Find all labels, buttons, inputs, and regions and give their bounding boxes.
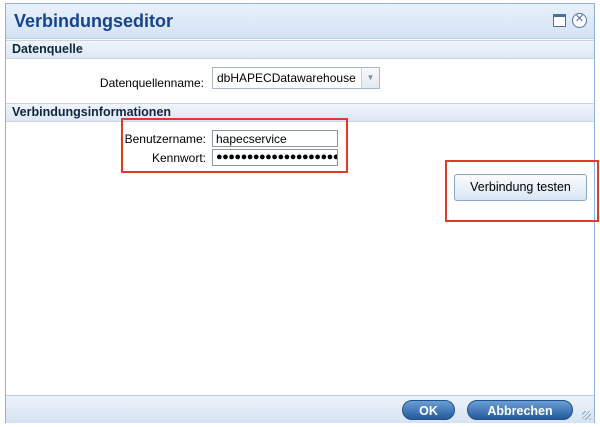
connection-editor-dialog: Verbindungseditor ✕ Datenquelle Datenque…	[5, 3, 599, 423]
password-label: Kennwort:	[151, 151, 206, 165]
datasource-heading: Datenquelle	[12, 42, 83, 56]
dialog-footer: OK Abbrechen	[6, 395, 594, 423]
connection-heading: Verbindungsinformationen	[12, 105, 172, 119]
username-input[interactable]: hapecservice	[212, 130, 338, 147]
dialog-title: Verbindungseditor	[14, 11, 174, 31]
datasource-name-value: dbHAPECDatawarehouse	[217, 71, 356, 85]
password-input[interactable]: ●●●●●●●●●●●●●●●●●●●●	[212, 149, 338, 166]
username-label: Benutzername:	[124, 132, 206, 146]
datasource-section-header: Datenquelle	[6, 40, 594, 59]
datasource-name-label: Datenquellenname:	[99, 76, 204, 90]
dialog-titlebar[interactable]: Verbindungseditor ✕	[6, 4, 594, 39]
close-icon[interactable]: ✕	[572, 13, 587, 28]
resize-grip-icon[interactable]	[582, 411, 591, 420]
ok-button[interactable]: OK	[402, 400, 455, 420]
cancel-button[interactable]: Abbrechen	[467, 400, 573, 420]
test-connection-button[interactable]: Verbindung testen	[454, 174, 587, 201]
datasource-name-combobox[interactable]: dbHAPECDatawarehouse ▼	[212, 67, 380, 89]
maximize-icon[interactable]	[553, 14, 566, 27]
chevron-down-icon[interactable]: ▼	[361, 68, 379, 88]
